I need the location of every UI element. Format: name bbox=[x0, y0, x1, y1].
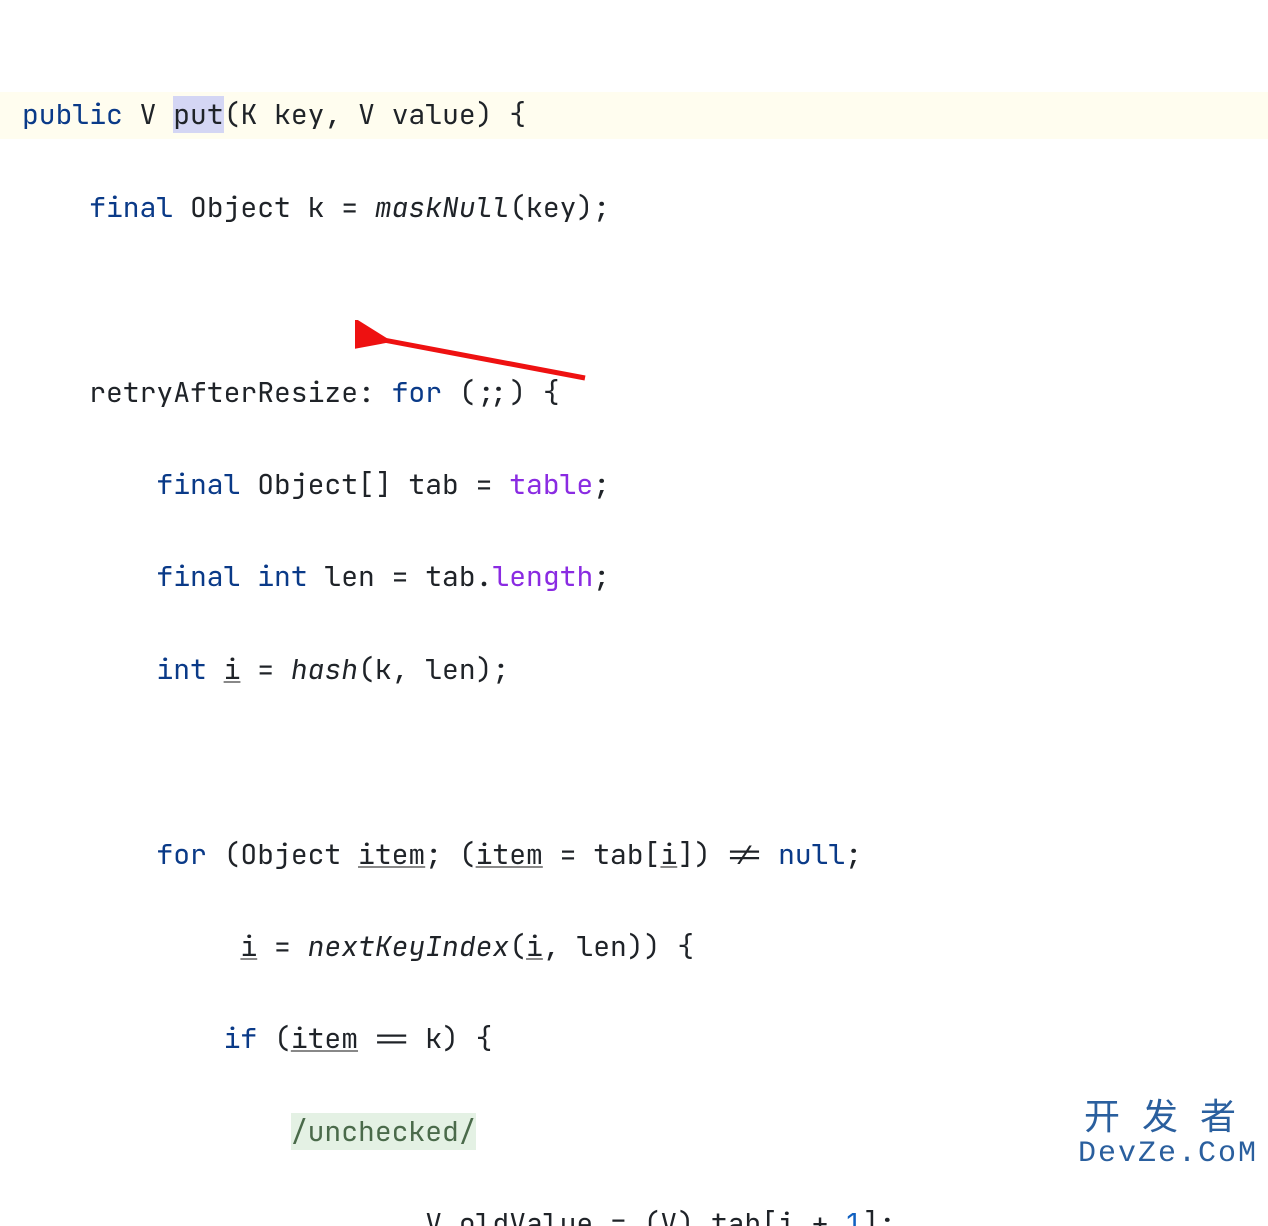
keyword-public: public bbox=[22, 96, 123, 133]
annotation-unchecked: /unchecked/ bbox=[291, 1113, 476, 1150]
watermark-line1: 开发者 bbox=[1078, 1098, 1258, 1138]
type-V: V bbox=[140, 96, 157, 133]
watermark-line2: DevZe.CoM bbox=[1078, 1138, 1258, 1171]
code-line-2: final Object k = maskNull(key); bbox=[0, 185, 1268, 231]
code-line-8-blank bbox=[0, 739, 1268, 785]
code-line-13: V oldValue = (V) tab[i + 1]; bbox=[0, 1201, 1268, 1226]
method-put-highlight: put bbox=[173, 96, 223, 133]
code-line-6: final int len = tab.length; bbox=[0, 554, 1268, 600]
label-retryAfterResize: retryAfterResize: bbox=[89, 374, 391, 411]
code-line-9: for (Object item; (item = tab[i]) != nul… bbox=[0, 832, 1268, 878]
field-table: table bbox=[509, 466, 593, 503]
code-line-1: public V put(K key, V value) { bbox=[0, 92, 1268, 138]
call-hash: hash bbox=[291, 651, 358, 688]
var-i: i bbox=[224, 651, 241, 688]
watermark: 开发者 DevZe.CoM bbox=[1078, 1098, 1258, 1171]
field-length: length bbox=[492, 558, 593, 595]
code-line-4: retryAfterResize: for (;;) { bbox=[0, 370, 1268, 416]
type-V2: V bbox=[358, 96, 375, 133]
code-line-10: i = nextKeyIndex(i, len)) { bbox=[0, 924, 1268, 970]
call-nextKeyIndex: nextKeyIndex bbox=[308, 928, 510, 965]
code-editor[interactable]: public V put(K key, V value) { final Obj… bbox=[0, 0, 1268, 1226]
code-line-7: int i = hash(k, len); bbox=[0, 647, 1268, 693]
code-line-5: final Object[] tab = table; bbox=[0, 462, 1268, 508]
type-K: K bbox=[240, 96, 257, 133]
call-maskNull: maskNull bbox=[375, 189, 509, 226]
code-line-3-blank bbox=[0, 277, 1268, 323]
code-line-11: if (item == k) { bbox=[0, 1016, 1268, 1062]
